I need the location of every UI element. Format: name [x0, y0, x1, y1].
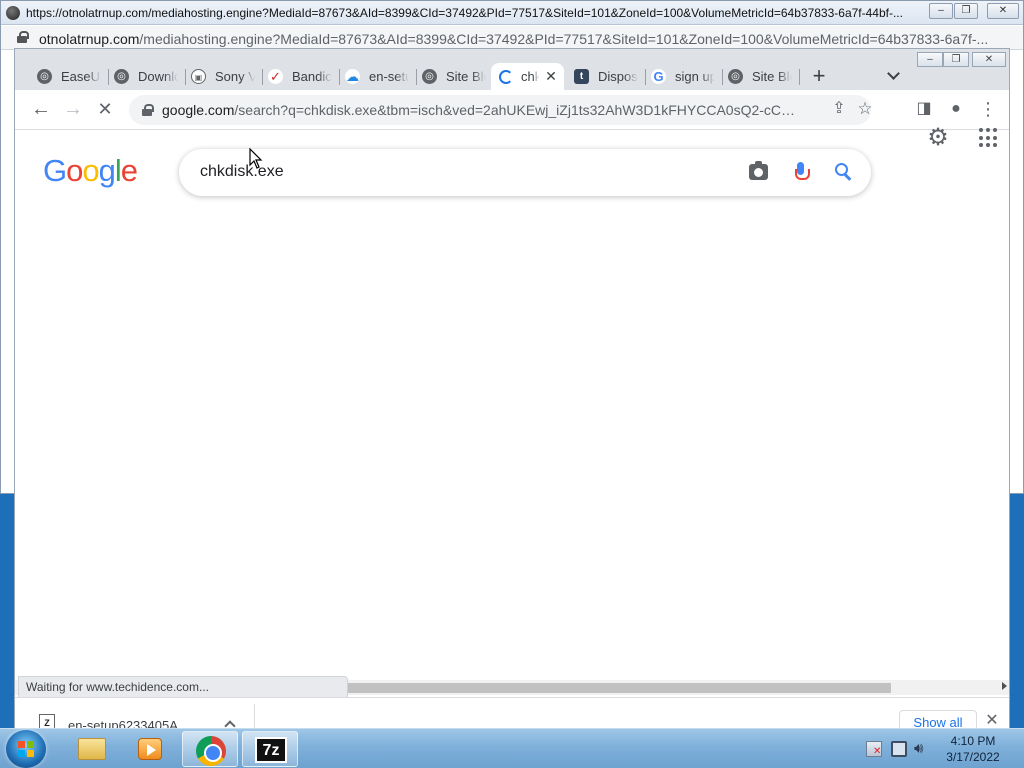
search-icon[interactable]	[835, 163, 852, 180]
loading-spinner-icon	[499, 70, 513, 84]
browser-toolbar: ← → ✕ google.com/search?q=chkdisk.exe&tb…	[15, 90, 1009, 130]
lock-icon[interactable]	[142, 104, 154, 116]
show-all-button[interactable]: Show all	[899, 710, 977, 729]
bandicam-icon: ✓	[268, 69, 283, 84]
chrome-restore-button[interactable]: ❐	[943, 52, 969, 67]
tab-close-icon[interactable]: ✕	[544, 69, 558, 83]
close-icon[interactable]: ✕	[985, 713, 999, 729]
popup-url: otnolatrnup.com/mediahosting.engine?Medi…	[39, 31, 989, 47]
lock-icon	[17, 31, 29, 43]
profile-avatar-icon[interactable]: ●	[944, 98, 968, 122]
tab-sign-up[interactable]: G sign up	[645, 63, 723, 91]
microphone-icon[interactable]	[795, 162, 810, 183]
chrome-icon	[196, 736, 226, 766]
scrollbar-thumb[interactable]	[348, 683, 891, 693]
gear-icon[interactable]: ⚙	[927, 126, 949, 150]
address-bar[interactable]: google.com/search?q=chkdisk.exe&tbm=isch…	[129, 95, 873, 125]
forward-button[interactable]: →	[61, 98, 85, 122]
network-icon[interactable]	[891, 741, 907, 757]
globe-icon: ◎	[114, 69, 129, 84]
menu-kebab-icon[interactable]: ⋮	[976, 98, 1000, 122]
new-tab-button[interactable]: +	[807, 65, 831, 89]
7zip-icon: 7z	[255, 737, 287, 763]
maximize-button[interactable]: ❐	[954, 3, 978, 19]
close-button[interactable]: ✕	[987, 3, 1019, 19]
google-icon: G	[651, 69, 666, 84]
tumblr-icon: t	[574, 69, 589, 84]
tab-disposable[interactable]: t Disposable	[568, 63, 646, 91]
status-bubble: Waiting for www.techidence.com...	[18, 676, 348, 698]
popup-address-bar[interactable]: otnolatrnup.com/mediahosting.engine?Medi…	[1, 26, 1023, 50]
chrome-close-button[interactable]: ✕	[972, 52, 1006, 67]
back-button[interactable]: ←	[29, 98, 53, 122]
action-center-flag-icon[interactable]	[866, 741, 882, 757]
tab-sony[interactable]: ▣ Sony V	[185, 63, 263, 91]
printer-icon: ▣	[191, 69, 206, 84]
tab-chkdisk[interactable]: chkdisk ✕	[491, 63, 564, 91]
apps-grid-icon[interactable]	[979, 128, 999, 148]
bookmark-star-icon[interactable]: ☆	[853, 98, 877, 122]
mouse-cursor-icon	[249, 148, 263, 169]
stop-loading-button[interactable]: ✕	[93, 98, 117, 122]
tab-site-blocked-2[interactable]: ◎ Site Blocked	[722, 63, 800, 91]
share-icon[interactable]: ⇪	[827, 98, 851, 122]
search-box[interactable]: chkdisk.exe	[179, 149, 871, 196]
taskbar-media-player[interactable]	[122, 731, 178, 767]
download-shelf: Z en-setup6233405A....zip Show all ✕	[15, 697, 1009, 729]
google-logo[interactable]: Google	[43, 153, 138, 189]
tab-en-setup[interactable]: ☁ en-setup	[339, 63, 417, 91]
camera-icon[interactable]	[749, 161, 768, 180]
minimize-button[interactable]: ‒	[929, 3, 953, 19]
chrome-minimize-button[interactable]: ‒	[917, 52, 943, 67]
taskbar-7zip[interactable]: 7z	[242, 731, 298, 767]
address-url[interactable]: google.com/search?q=chkdisk.exe&tbm=isch…	[162, 102, 802, 118]
tab-bandicam[interactable]: ✓ Bandicam	[262, 63, 340, 91]
media-player-icon	[138, 738, 162, 760]
tab-site-blocked[interactable]: ◎ Site Blocked	[416, 63, 494, 91]
taskbar: 7z 🔊︎ 4:10 PM 3/17/2022	[0, 728, 1024, 768]
globe-icon: ◎	[728, 69, 743, 84]
folder-icon	[78, 738, 106, 760]
chrome-window: ‒ ❐ ✕ ◎ EaseUS ◎ Download ▣ Sony V ✓ Ban…	[14, 48, 1010, 730]
search-input[interactable]: chkdisk.exe	[200, 163, 284, 181]
system-clock[interactable]: 4:10 PM 3/17/2022	[938, 733, 1008, 765]
start-button[interactable]	[6, 730, 46, 768]
taskbar-explorer[interactable]	[62, 731, 118, 767]
google-search-page: Google chkdisk.exe	[15, 131, 1009, 686]
volume-icon[interactable]: 🔊︎	[914, 741, 930, 757]
tab-search-chevron-icon[interactable]	[885, 67, 903, 85]
popup-title: https://otnolatrnup.com/mediahosting.eng…	[26, 6, 903, 20]
tab-strip: ‒ ❐ ✕ ◎ EaseUS ◎ Download ▣ Sony V ✓ Ban…	[15, 49, 1009, 91]
scroll-right-arrow-icon[interactable]	[1002, 682, 1007, 690]
side-panel-icon[interactable]: ◨	[912, 98, 936, 122]
globe-icon	[6, 6, 20, 20]
cloud-icon: ☁	[345, 69, 360, 84]
windows-logo-icon	[18, 741, 34, 757]
globe-icon: ◎	[422, 69, 437, 84]
taskbar-chrome[interactable]	[182, 731, 238, 767]
tab-easeus[interactable]: ◎ EaseUS	[31, 63, 109, 91]
globe-icon: ◎	[37, 69, 52, 84]
popup-titlebar[interactable]: https://otnolatrnup.com/mediahosting.eng…	[1, 1, 1023, 25]
tab-download[interactable]: ◎ Download	[108, 63, 186, 91]
